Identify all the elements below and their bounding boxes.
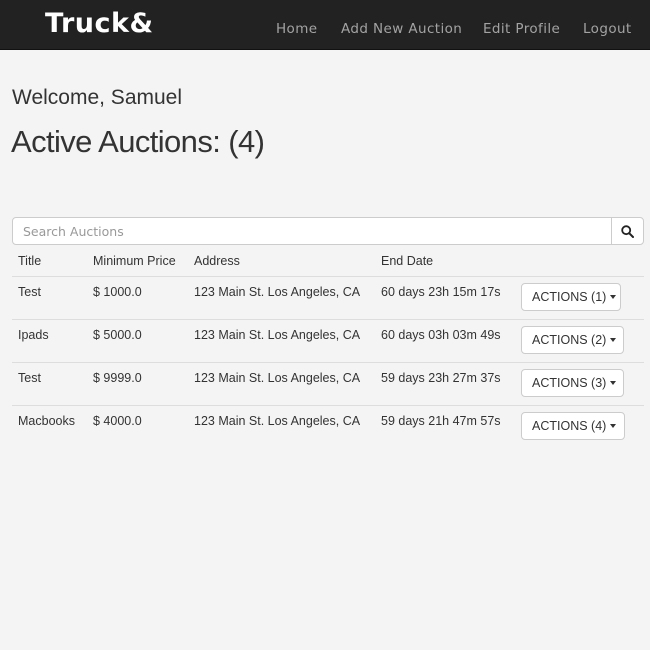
cell-minimum-price: $ 1000.0: [93, 285, 142, 299]
cell-address: 123 Main St. Los Angeles, CA: [194, 414, 361, 428]
welcome-message: Welcome, Samuel: [12, 86, 183, 109]
actions-button-label: ACTIONS (2): [532, 333, 607, 347]
actions-button-label: ACTIONS (1): [532, 290, 607, 304]
brand-logo[interactable]: Truck&: [45, 8, 154, 39]
column-header-minimum-price: Minimum Price: [93, 254, 176, 268]
column-header-end-date: End Date: [381, 254, 434, 268]
row-divider: [12, 362, 644, 363]
search-button[interactable]: [611, 217, 644, 245]
nav-add-new-auction[interactable]: Add New Auction: [341, 21, 462, 37]
caret-down-icon: [610, 295, 617, 299]
cell-end-date: 60 days 23h 15m 17s: [381, 285, 501, 299]
cell-end-date: 59 days 23h 27m 37s: [381, 371, 501, 385]
caret-down-icon: [610, 381, 617, 385]
cell-minimum-price: $ 5000.0: [93, 328, 142, 342]
cell-address: 123 Main St. Los Angeles, CA: [194, 371, 361, 385]
cell-minimum-price: $ 4000.0: [93, 414, 142, 428]
column-header-address: Address: [194, 254, 240, 268]
cell-title: Test: [18, 371, 41, 385]
row-divider: [12, 319, 644, 320]
cell-title: Ipads: [18, 328, 49, 342]
row-divider: [12, 276, 644, 277]
row-divider: [12, 405, 644, 406]
search-icon: [621, 224, 634, 238]
cell-address: 123 Main St. Los Angeles, CA: [194, 328, 361, 342]
cell-end-date: 59 days 21h 47m 57s: [381, 414, 501, 428]
cell-title: Test: [18, 285, 41, 299]
search-bar: [12, 217, 644, 245]
page-title: Active Auctions: (4): [11, 124, 265, 159]
nav-home[interactable]: Home: [276, 21, 317, 37]
caret-down-icon: [610, 338, 617, 342]
actions-dropdown-button[interactable]: ACTIONS (3): [521, 369, 624, 397]
search-input[interactable]: [12, 217, 612, 245]
cell-end-date: 60 days 03h 03m 49s: [381, 328, 501, 342]
cell-address: 123 Main St. Los Angeles, CA: [194, 285, 361, 299]
actions-dropdown-button[interactable]: ACTIONS (2): [521, 326, 624, 354]
navbar: Truck& Home Add New Auction Edit Profile…: [0, 0, 650, 50]
column-header-title: Title: [18, 254, 42, 268]
cell-minimum-price: $ 9999.0: [93, 371, 142, 385]
actions-dropdown-button[interactable]: ACTIONS (4): [521, 412, 625, 440]
actions-button-label: ACTIONS (3): [532, 376, 607, 390]
cell-title: Macbooks: [18, 414, 75, 428]
caret-down-icon: [610, 424, 617, 428]
actions-button-label: ACTIONS (4): [532, 419, 607, 433]
nav-edit-profile[interactable]: Edit Profile: [483, 21, 560, 37]
actions-dropdown-button[interactable]: ACTIONS (1): [521, 283, 621, 311]
nav-logout[interactable]: Logout: [583, 21, 632, 37]
